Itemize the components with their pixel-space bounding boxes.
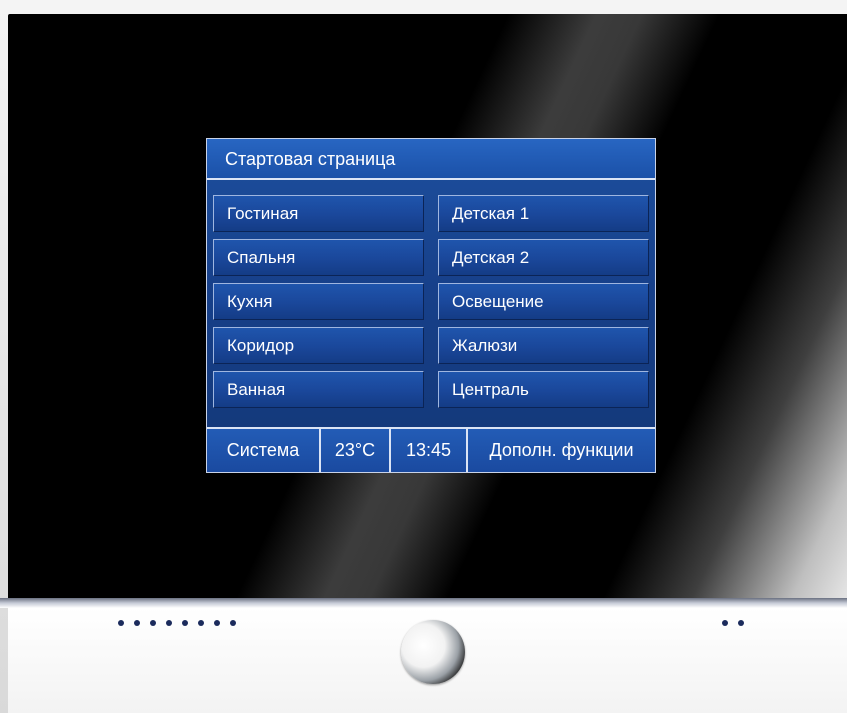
led-dot-icon [230, 620, 236, 626]
function-button-blinds[interactable]: Жалюзи [438, 327, 649, 364]
touch-screen: Стартовая страница Гостиная Детская 1 Сп… [206, 138, 656, 473]
room-button-bathroom[interactable]: Ванная [213, 371, 424, 408]
room-button-grid: Гостиная Детская 1 Спальня Детская 2 Кух… [213, 195, 649, 408]
led-dot-icon [722, 620, 728, 626]
led-dot-icon [166, 620, 172, 626]
screen-title-bar: Стартовая страница [207, 139, 655, 180]
room-button-kids-room-1[interactable]: Детская 1 [438, 195, 649, 232]
status-bar: Система 23°C 13:45 Дополн. функции [207, 427, 655, 472]
room-button-living-room[interactable]: Гостиная [213, 195, 424, 232]
room-button-bedroom[interactable]: Спальня [213, 239, 424, 276]
led-dot-icon [214, 620, 220, 626]
chrome-trim [0, 598, 847, 608]
temperature-readout: 23°C [321, 429, 391, 472]
led-dot-icon [118, 620, 124, 626]
led-dot-icon [198, 620, 204, 626]
control-panel-device: Стартовая страница Гостиная Детская 1 Сп… [0, 0, 847, 713]
function-button-central[interactable]: Централь [438, 371, 649, 408]
room-button-kitchen[interactable]: Кухня [213, 283, 424, 320]
room-button-kids-room-2[interactable]: Детская 2 [438, 239, 649, 276]
clock-readout: 13:45 [391, 429, 468, 472]
status-leds-left [118, 620, 236, 626]
led-dot-icon [738, 620, 744, 626]
led-dot-icon [182, 620, 188, 626]
function-button-lighting[interactable]: Освещение [438, 283, 649, 320]
status-leds-right [722, 620, 744, 626]
rotary-knob-button[interactable] [401, 620, 465, 684]
extra-functions-button[interactable]: Дополн. функции [468, 429, 655, 472]
led-dot-icon [150, 620, 156, 626]
led-dot-icon [134, 620, 140, 626]
room-button-corridor[interactable]: Коридор [213, 327, 424, 364]
system-button[interactable]: Система [207, 429, 321, 472]
page-title: Стартовая страница [225, 149, 396, 169]
